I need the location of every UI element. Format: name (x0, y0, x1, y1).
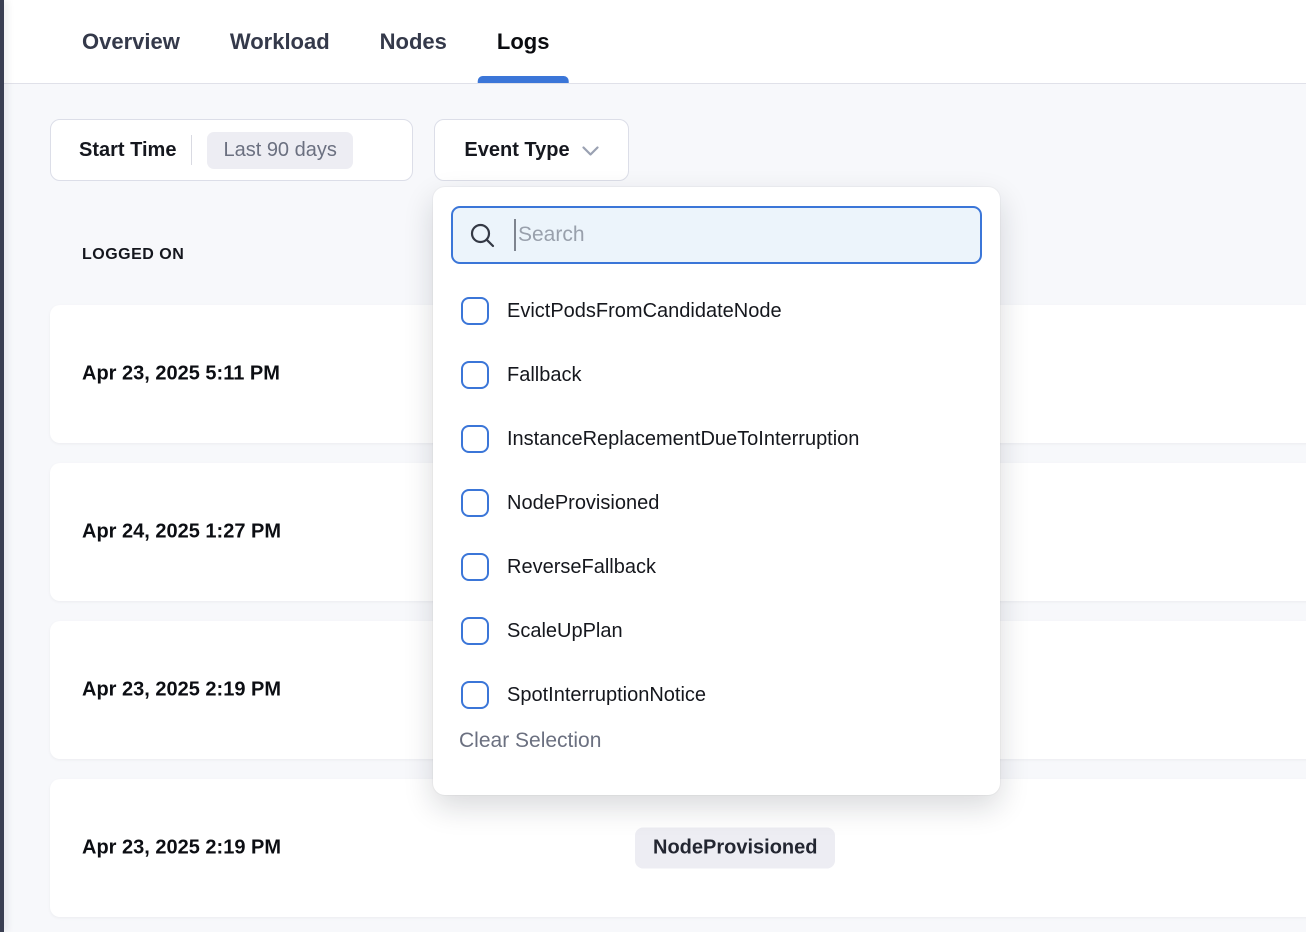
filter-divider (191, 135, 192, 165)
active-tab-indicator (478, 76, 569, 83)
event-type-filter-button[interactable]: Event Type (434, 119, 629, 181)
dropdown-option-scaleupplan[interactable]: ScaleUpPlan (433, 599, 1000, 663)
column-header-logged-on: LOGGED ON (82, 246, 184, 264)
dropdown-option-reversefallback[interactable]: ReverseFallback (433, 535, 1000, 599)
start-time-label: Start Time (79, 139, 176, 162)
option-label: NodeProvisioned (507, 492, 659, 515)
tab-logs-label: Logs (497, 29, 550, 55)
checkbox[interactable] (461, 553, 489, 581)
option-label: Fallback (507, 364, 581, 387)
dropdown-option-spotinterruptionnotice[interactable]: SpotInterruptionNotice (433, 663, 1000, 727)
tab-overview-label: Overview (82, 29, 180, 55)
dropdown-option-instancereplacementduetointerruption[interactable]: InstanceReplacementDueToInterruption (433, 407, 1000, 471)
filter-bar: Start Time Last 90 days Event Type (50, 119, 629, 181)
tab-nodes-label: Nodes (380, 29, 447, 55)
event-type-dropdown-panel: EvictPodsFromCandidateNode Fallback Inst… (433, 187, 1000, 795)
dropdown-option-nodeprovisioned[interactable]: NodeProvisioned (433, 471, 1000, 535)
tab-overview[interactable]: Overview (82, 0, 180, 83)
clear-selection-button[interactable]: Clear Selection (459, 729, 601, 753)
logged-on-value: Apr 23, 2025 5:11 PM (82, 363, 280, 386)
start-time-value-pill: Last 90 days (207, 132, 352, 169)
dropdown-option-list: EvictPodsFromCandidateNode Fallback Inst… (433, 279, 1000, 727)
tab-workload-label: Workload (230, 29, 330, 55)
tab-nodes[interactable]: Nodes (380, 0, 447, 83)
checkbox[interactable] (461, 361, 489, 389)
dropdown-option-fallback[interactable]: Fallback (433, 343, 1000, 407)
checkbox[interactable] (461, 617, 489, 645)
event-type-badge: NodeProvisioned (635, 828, 835, 869)
checkbox[interactable] (461, 489, 489, 517)
tab-bar: Overview Workload Nodes Logs (4, 0, 1306, 84)
option-label: SpotInterruptionNotice (507, 684, 706, 707)
option-label: ReverseFallback (507, 556, 656, 579)
option-label: ScaleUpPlan (507, 620, 623, 643)
sidebar-edge (0, 0, 4, 932)
log-table-row[interactable]: Apr 23, 2025 2:19 PM NodeProvisioned (50, 779, 1306, 917)
dropdown-search-box[interactable] (451, 206, 982, 264)
logged-on-value: Apr 23, 2025 2:19 PM (82, 679, 281, 702)
checkbox[interactable] (461, 297, 489, 325)
tab-workload[interactable]: Workload (230, 0, 330, 83)
chevron-down-icon (582, 146, 599, 157)
search-input[interactable] (516, 208, 980, 262)
logged-on-value: Apr 23, 2025 2:19 PM (82, 837, 281, 860)
logged-on-value: Apr 24, 2025 1:27 PM (82, 521, 281, 544)
start-time-filter-button[interactable]: Start Time Last 90 days (50, 119, 413, 181)
tab-logs[interactable]: Logs (497, 0, 550, 83)
option-label: InstanceReplacementDueToInterruption (507, 428, 859, 451)
event-type-label: Event Type (464, 139, 569, 162)
dropdown-option-evictpodsfromcandidatenode[interactable]: EvictPodsFromCandidateNode (433, 279, 1000, 343)
search-icon (469, 222, 496, 249)
option-label: EvictPodsFromCandidateNode (507, 300, 782, 323)
checkbox[interactable] (461, 425, 489, 453)
checkbox[interactable] (461, 681, 489, 709)
